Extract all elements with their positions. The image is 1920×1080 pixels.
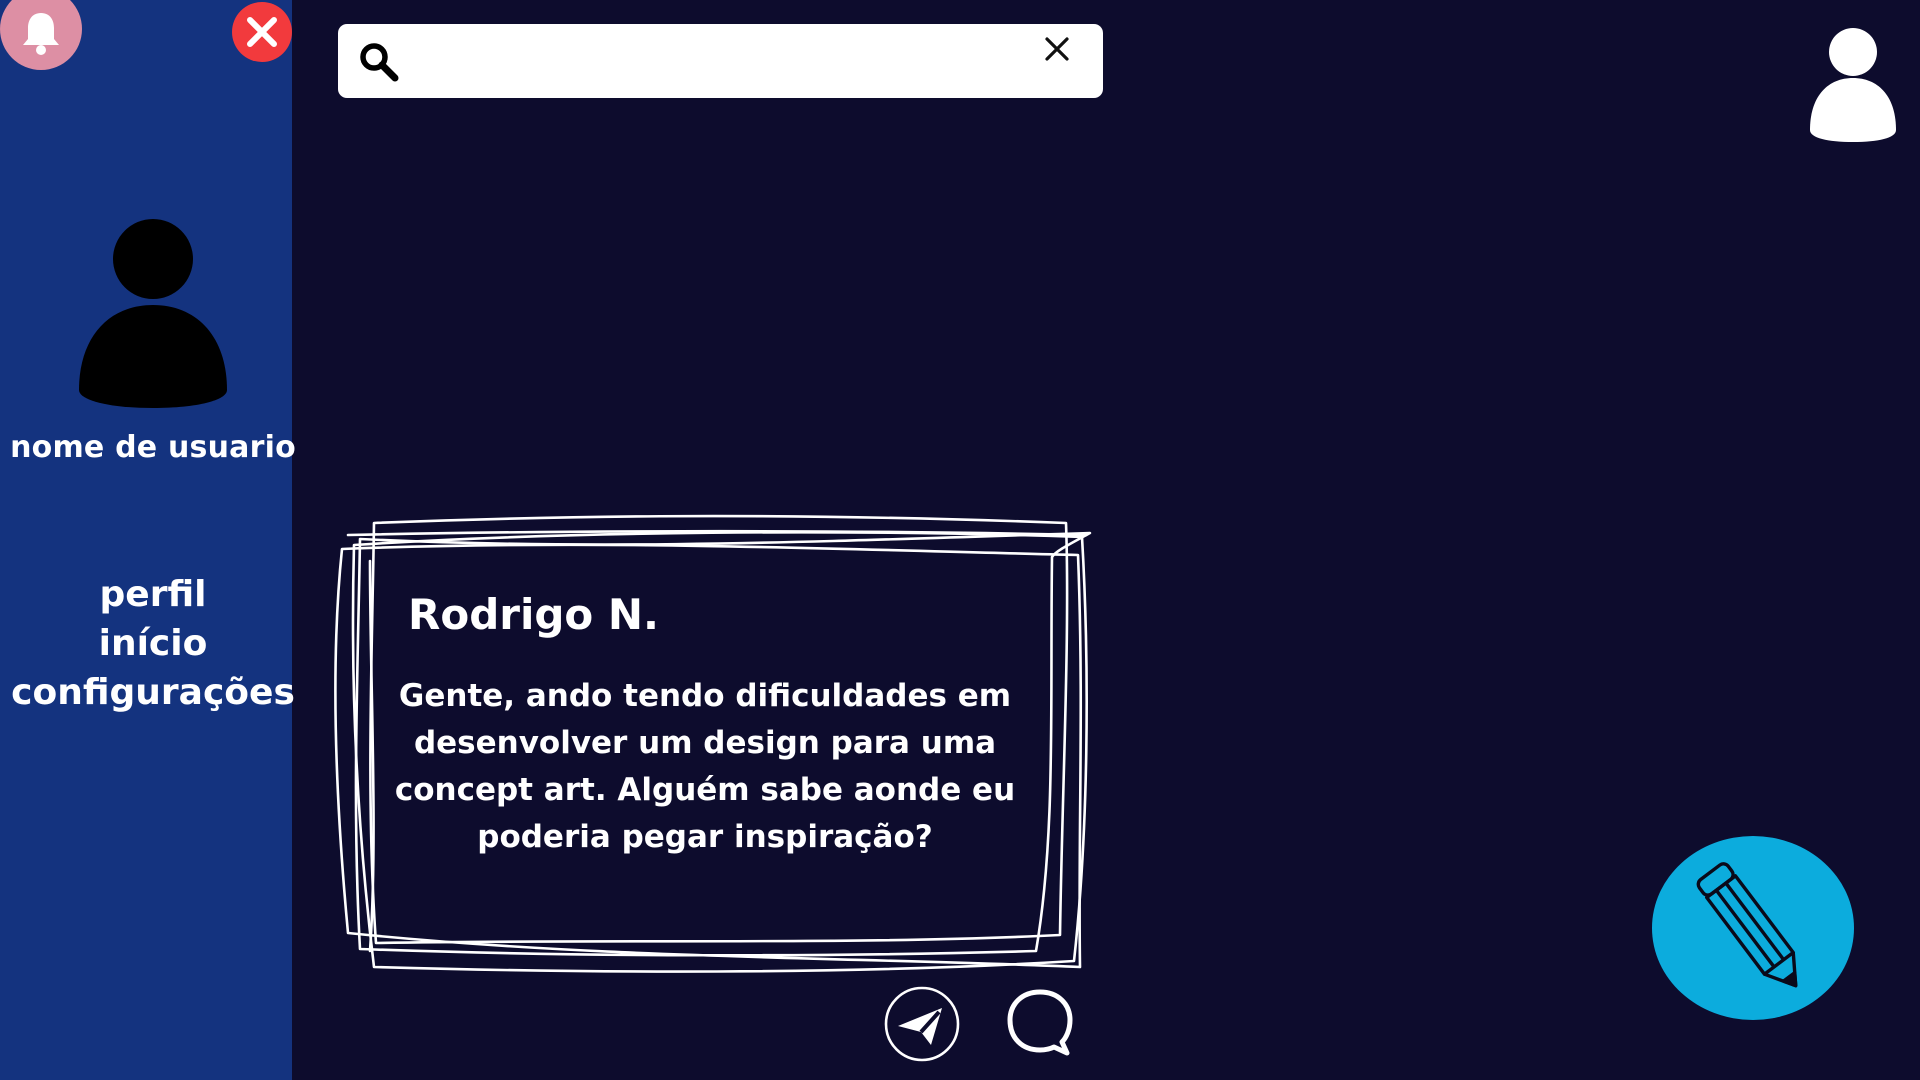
nav-item-perfil[interactable]: perfil bbox=[0, 570, 306, 619]
close-icon bbox=[247, 17, 277, 47]
profile-icon[interactable] bbox=[1808, 26, 1898, 142]
clear-icon[interactable] bbox=[1044, 36, 1070, 62]
username-label: nome de usuario bbox=[10, 430, 296, 465]
compose-button[interactable] bbox=[1652, 836, 1854, 1020]
close-button[interactable] bbox=[232, 2, 292, 62]
post-body: Gente, ando tendo dificuldades em desenv… bbox=[394, 678, 1016, 855]
user-avatar-icon bbox=[79, 219, 227, 408]
search-input[interactable] bbox=[414, 38, 1008, 86]
bell-icon bbox=[23, 13, 59, 55]
pencil-icon bbox=[1696, 862, 1798, 988]
search-icon[interactable] bbox=[358, 41, 400, 83]
app-window: nome de usuario perfil início configuraç… bbox=[0, 0, 1920, 1080]
search-bar bbox=[338, 24, 1103, 98]
sidebar-nav: perfil início configurações bbox=[0, 570, 306, 717]
post-author: Rodrigo N. bbox=[408, 590, 660, 639]
nav-item-inicio[interactable]: início bbox=[0, 619, 306, 668]
post-card: Rodrigo N. Gente, ando tendo dificuldade… bbox=[330, 505, 1100, 975]
comment-icon[interactable] bbox=[1004, 986, 1076, 1058]
nav-item-configuracoes[interactable]: configurações bbox=[0, 668, 306, 717]
send-icon[interactable] bbox=[884, 986, 960, 1062]
notifications-button[interactable] bbox=[0, 0, 82, 70]
sidebar: nome de usuario perfil início configuraç… bbox=[0, 0, 296, 1080]
